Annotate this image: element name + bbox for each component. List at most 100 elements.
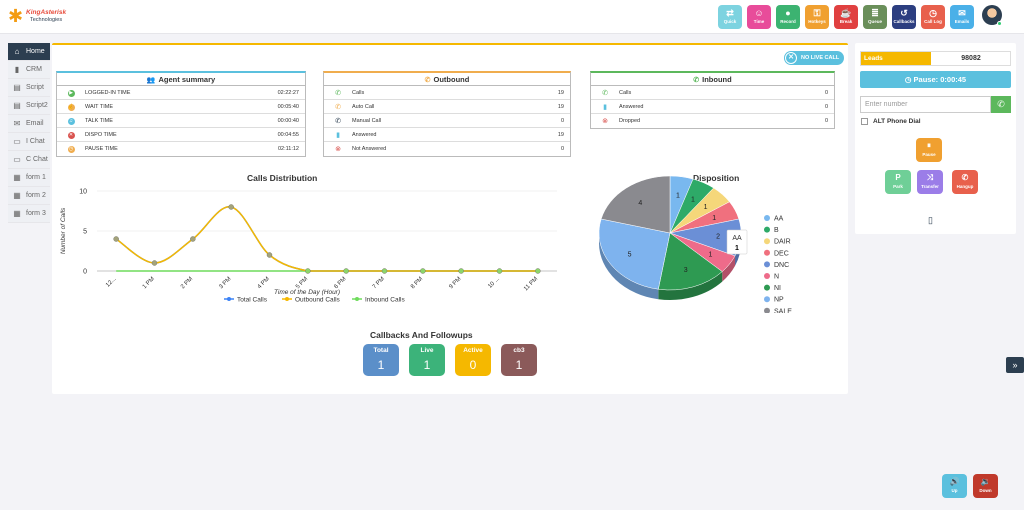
callback-card-label: Active xyxy=(463,347,483,354)
sidebar-item-script2[interactable]: ▤ Script2 xyxy=(8,97,50,115)
toolbar-callbacks-button[interactable]: ↺ Callbacks xyxy=(892,5,916,29)
sidebar-item-form-2[interactable]: ▦ form 2 xyxy=(8,187,50,205)
star-icon: ✱ xyxy=(8,6,24,26)
outbound-title: Outbound xyxy=(433,75,470,84)
sidebar-item-label: CRM xyxy=(26,66,42,73)
toolbar-button-label: Quick xyxy=(723,19,737,24)
transfer-icon: ⤨ xyxy=(926,173,934,182)
sidebar-item-c-chat[interactable]: ▭ C Chat xyxy=(8,151,50,169)
sidebar-item-label: form 1 xyxy=(26,174,46,181)
slice-value-label[interactable]: 2 xyxy=(716,234,720,241)
x-tick-label: 9 PM xyxy=(448,276,462,290)
slice-value-label[interactable]: 5 xyxy=(628,252,632,259)
row-label: Dropped xyxy=(619,118,641,124)
expand-panel-button[interactable]: » xyxy=(1006,357,1024,373)
sidebar-item-form-1[interactable]: ▦ form 1 xyxy=(8,169,50,187)
sidebar-item-label: Home xyxy=(26,48,45,55)
phone-icon: ✆ xyxy=(997,99,1005,109)
sidebar-item-email[interactable]: ✉ Email xyxy=(8,115,50,133)
form-icon: ▦ xyxy=(13,191,21,200)
legend-marker xyxy=(764,307,770,313)
outbound-row-icon: ✆ xyxy=(335,103,341,111)
slice-value-label[interactable]: 1 xyxy=(708,252,712,259)
sidebar-item-home[interactable]: ⌂ Home xyxy=(8,43,50,61)
legend-marker xyxy=(764,238,770,245)
callback-active-card[interactable]: Active 0 xyxy=(455,344,491,376)
data-point xyxy=(151,260,158,266)
slice-value-label[interactable]: 1 xyxy=(704,204,708,211)
data-point xyxy=(113,236,119,242)
slice-value-label[interactable]: 1 xyxy=(712,215,716,222)
sidebar-item-label: I Chat xyxy=(26,138,45,145)
agent-summary-row: ▶ LOGGED-IN TIME 02:22:27 xyxy=(57,86,305,100)
agent-summary-row-icon: ✕ xyxy=(67,131,75,139)
data-point xyxy=(266,252,273,258)
phone-number-input[interactable] xyxy=(860,96,991,113)
alt-phone-dial-checkbox[interactable] xyxy=(861,118,868,125)
transfer-button[interactable]: ⤨ Transfer xyxy=(917,170,943,194)
mobile-phone-icon[interactable]: ▯ xyxy=(928,215,933,226)
legend-label: AA xyxy=(774,216,784,223)
legend-label: DEC xyxy=(774,250,789,257)
sidebar-item-i-chat[interactable]: ▭ I Chat xyxy=(8,133,50,151)
no-live-call-label: NO LIVE CALL xyxy=(801,55,840,61)
toolbar-record-button[interactable]: ● Record xyxy=(776,5,800,29)
volume-up-button[interactable]: 🔊 Up xyxy=(942,474,967,498)
legend-marker xyxy=(764,296,770,303)
row-label: WAIT TIME xyxy=(85,103,114,110)
toolbar-hotkeys-button[interactable]: ⚿ Hotkeys xyxy=(805,5,829,29)
row-label: Manual Call xyxy=(352,117,382,124)
toolbar-call-log-button[interactable]: ◷ Call Log xyxy=(921,5,945,29)
row-value: 0 xyxy=(560,146,564,152)
pause-button[interactable]: ⏸ Pause xyxy=(916,138,942,162)
toolbar-quick-button[interactable]: ⇄ Quick xyxy=(718,5,742,29)
sidebar-item-form-3[interactable]: ▦ form 3 xyxy=(8,205,50,223)
users-icon: 👥 xyxy=(146,77,156,84)
alt-phone-dial-row[interactable]: ALT Phone Dial xyxy=(861,118,921,125)
form-icon: ▦ xyxy=(13,173,21,182)
row-value: 0 xyxy=(824,89,828,96)
row-label: Calls xyxy=(352,89,365,96)
agent-summary-row-icon: ☝ xyxy=(67,103,75,111)
park-button[interactable]: P Park xyxy=(885,170,911,194)
outbound-header: ✆ Outbound xyxy=(324,73,570,86)
pause-timer-button[interactable]: ◷ Pause: 0:00:45 xyxy=(860,71,1011,88)
brand-logo[interactable]: ✱ KingAsterisk Technologies xyxy=(8,5,78,29)
outbound-row: ▮ Answered 19 xyxy=(324,128,570,142)
brand-name: KingAsterisk xyxy=(26,9,67,16)
data-point xyxy=(228,204,234,210)
sidebar-item-crm[interactable]: ▮ CRM xyxy=(8,61,50,79)
toolbar-time-button[interactable]: ☺ Time xyxy=(747,5,771,29)
slice-value-label[interactable]: 1 xyxy=(691,196,695,203)
agent-summary-row: ✕ DISPO TIME 00:04:55 xyxy=(57,128,305,142)
callback-live-card[interactable]: Live 1 xyxy=(409,344,445,376)
no-live-call-badge[interactable]: ✕ NO LIVE CALL xyxy=(784,51,845,65)
callback-total-card[interactable]: Total 1 xyxy=(363,344,399,376)
legend-marker xyxy=(764,261,770,268)
toolbar-emails-button[interactable]: ✉ Emails xyxy=(950,5,974,29)
data-point xyxy=(190,236,196,242)
slice-value-label[interactable]: 1 xyxy=(676,192,680,199)
queue-icon: ≣ xyxy=(871,8,879,18)
toolbar-break-button[interactable]: ☕ Break xyxy=(834,5,858,29)
volume-down-button[interactable]: 🔉 Down xyxy=(973,474,998,498)
tooltip-value: 1 xyxy=(735,245,739,252)
agent-summary-row: ♫ TALK TIME 00:00:40 xyxy=(57,114,305,128)
chart-icon: ▮ xyxy=(14,65,20,74)
agent-summary-row-icon: ▶ xyxy=(67,89,75,97)
toolbar-queue-button[interactable]: ≣ Queue xyxy=(863,5,887,29)
callback-cb3-card[interactable]: cb3 1 xyxy=(501,344,537,376)
hangup-icon: ✆ xyxy=(961,173,969,182)
hangup-button[interactable]: ✆ Hangup xyxy=(952,170,978,194)
sidebar-item-script[interactable]: ▤ Script xyxy=(8,79,50,97)
phone-outgoing-icon: ✆ xyxy=(424,77,431,84)
legend-marker xyxy=(764,273,770,279)
dial-button[interactable]: ✆ xyxy=(991,96,1011,113)
slice-value-label[interactable]: 3 xyxy=(684,267,688,274)
slice-value-label[interactable]: 4 xyxy=(638,200,642,207)
row-label: LOGGED-IN TIME xyxy=(85,89,131,96)
sidebar-item-label: Email xyxy=(26,120,44,127)
chat-icon: ▭ xyxy=(13,137,21,146)
data-point xyxy=(343,268,349,274)
legend-label: DNC xyxy=(774,262,789,269)
